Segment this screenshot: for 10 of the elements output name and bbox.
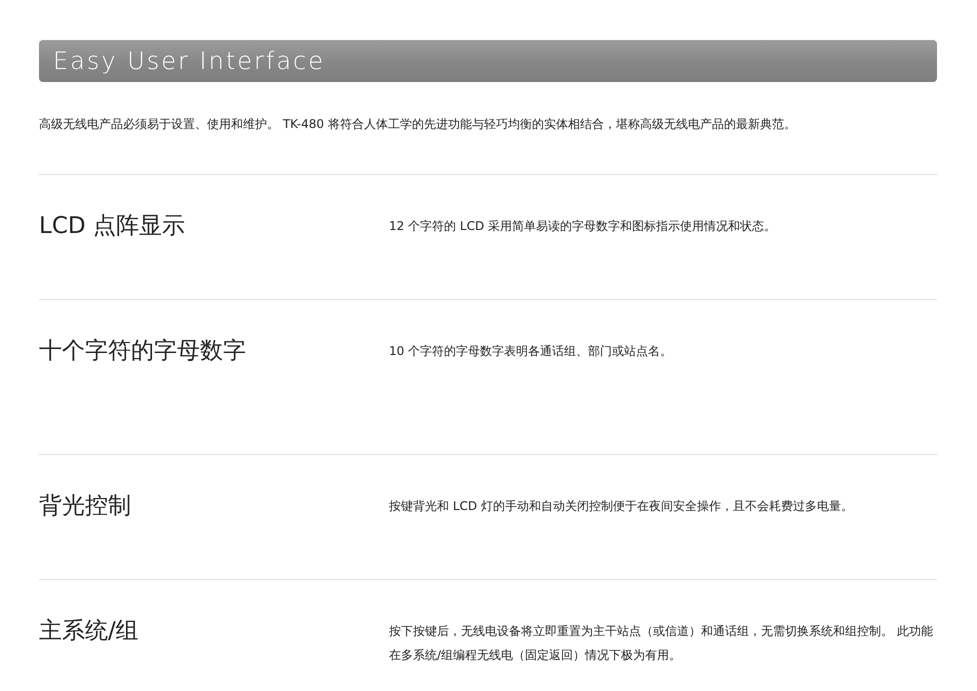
feature-description: 按键背光和 LCD 灯的手动和自动关闭控制便于在夜间安全操作，且不会耗费过多电量。 xyxy=(389,498,854,515)
feature-description: 12 个字符的 LCD 采用简单易读的字母数字和图标指示使用情况和状态。 xyxy=(389,218,778,235)
feature-title: 十个字符的字母数字 xyxy=(39,338,247,366)
feature-description: 10 个字符的字母数字表明各通话组、部门或站点名。 xyxy=(389,343,674,360)
feature-title: 背光控制 xyxy=(39,493,132,521)
feature-title: 主系统/组 xyxy=(39,618,140,646)
feature-description: 按下按键后，无线电设备将立即重置为主干站点（或信道）和通话组，无需切换系统和组控制。 此功能在多系统/组编程无线电（固定返回）情况下极为有用。 xyxy=(389,623,934,664)
intro-text: 高级无线电产品必须易于设置、使用和维护。 TK-480 将符合人体工学的先进功能与轻巧均衡的实体相结合，堪称高级无线电产品的最新典范。 xyxy=(39,82,937,175)
banner-title: Easy User Interface xyxy=(53,47,325,75)
feature-title: LCD 点阵显示 xyxy=(39,213,186,241)
